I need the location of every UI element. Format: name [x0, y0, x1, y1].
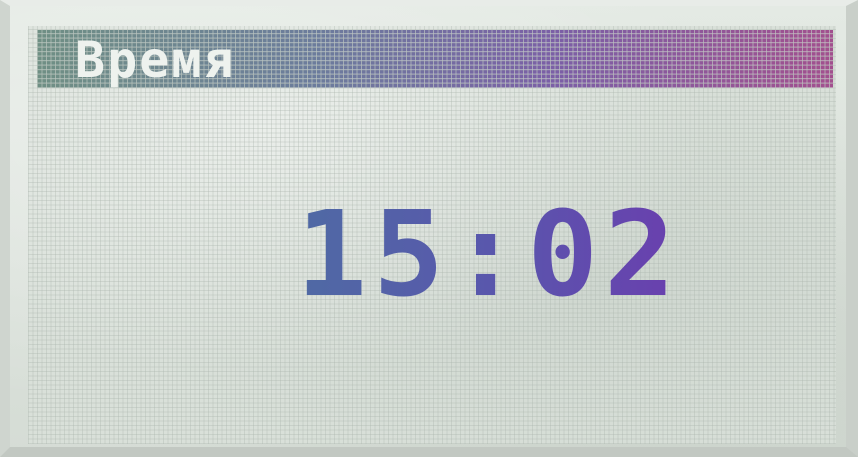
screen-title: Время: [75, 31, 236, 88]
device-photo: Время 15:02: [0, 0, 858, 457]
title-bar: Время: [37, 30, 833, 88]
lcd-screen: Время 15:02: [28, 26, 836, 444]
time-display: 15:02: [296, 185, 682, 323]
